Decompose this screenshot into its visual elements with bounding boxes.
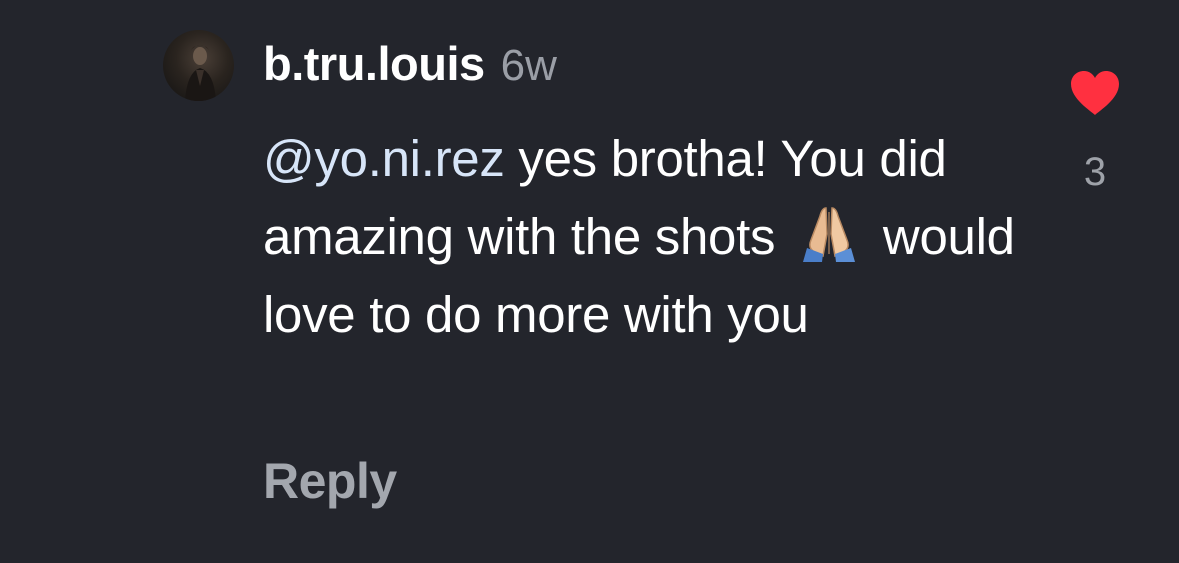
avatar-image xyxy=(185,45,216,101)
folded-hands-emoji xyxy=(795,204,863,262)
reply-button[interactable]: Reply xyxy=(263,452,397,510)
comment: b.tru.louis 6w @yo.ni.rez yes brotha! Yo… xyxy=(0,0,1179,563)
avatar[interactable] xyxy=(163,30,234,101)
heart-icon xyxy=(1071,71,1119,115)
comment-body: @yo.ni.rez yes brotha! You did amazing w… xyxy=(263,120,1033,354)
mention-link[interactable]: @yo.ni.rez xyxy=(263,130,505,187)
comment-header: b.tru.louis 6w xyxy=(263,36,557,96)
like-button[interactable] xyxy=(1068,68,1122,118)
like-count: 3 xyxy=(1083,150,1107,194)
timestamp: 6w xyxy=(500,41,557,90)
username[interactable]: b.tru.louis xyxy=(263,36,485,91)
